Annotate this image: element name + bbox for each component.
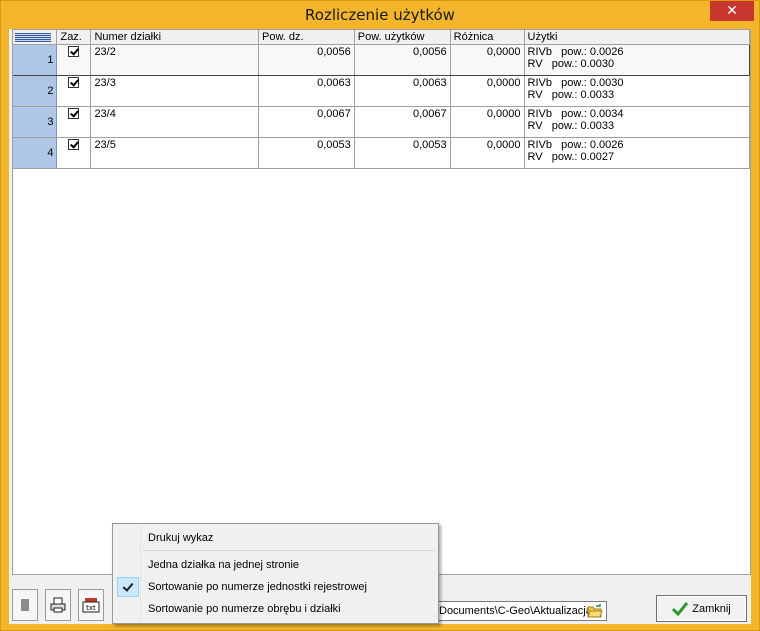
- cell-pow-dz[interactable]: 0,0056: [258, 43, 355, 76]
- data-grid[interactable]: Zaz. Numer działki Pow. dz. Pow. użytków…: [12, 29, 751, 575]
- menu-separator: [143, 550, 435, 551]
- cell-pow-uzytkow[interactable]: 0,0053: [354, 137, 451, 169]
- cell-uzytki[interactable]: RIVb pow.: 0.0030 RV pow.: 0.0033: [524, 75, 750, 107]
- context-menu: Drukuj wykaz Jedna działka na jednej str…: [112, 523, 439, 624]
- menu-item-label: Sortowanie po numerze jednostki rejestro…: [148, 581, 367, 593]
- cell-pow-uzytkow[interactable]: 0,0056: [354, 43, 451, 76]
- select-all-corner[interactable]: [13, 30, 58, 45]
- print-button[interactable]: [45, 589, 71, 621]
- document-list-icon: [21, 599, 29, 611]
- cell-uzytki[interactable]: RIVb pow.: 0.0026 RV pow.: 0.0027: [524, 137, 750, 169]
- column-header-pow-dz[interactable]: Pow. dz.: [258, 30, 355, 45]
- uzytki-line: RV pow.: 0.0033: [527, 119, 615, 132]
- menu-item-sort-by-register-unit[interactable]: Sortowanie po numerze jednostki rejestro…: [115, 576, 436, 598]
- uzytki-line: RV pow.: 0.0033: [527, 88, 615, 101]
- row-number[interactable]: 1: [13, 43, 58, 76]
- cell-numer[interactable]: 23/3: [90, 75, 259, 107]
- title-bar[interactable]: Rozliczenie użytków ✕: [1, 1, 759, 29]
- folder-open-icon[interactable]: [587, 603, 603, 619]
- document-list-button[interactable]: [12, 589, 38, 621]
- table-row[interactable]: 1 23/2 0,0056 0,0056 0,0000 RIVb pow.: 0…: [13, 43, 750, 76]
- menu-item-drukuj-wykaz[interactable]: Drukuj wykaz: [115, 527, 436, 549]
- cell-pow-uzytkow[interactable]: 0,0063: [354, 75, 451, 107]
- row-checkbox[interactable]: [56, 75, 92, 107]
- uzytki-line: RIVb pow.: 0.0034: [527, 107, 624, 120]
- cell-uzytki[interactable]: RIVb pow.: 0.0034 RV pow.: 0.0033: [524, 106, 750, 138]
- cell-pow-dz[interactable]: 0,0067: [258, 106, 355, 138]
- menu-item-label: Drukuj wykaz: [148, 532, 214, 544]
- checkmark-icon: [672, 601, 689, 616]
- uzytki-line: RV pow.: 0.0027: [527, 150, 615, 163]
- cell-roznica[interactable]: 0,0000: [450, 43, 525, 76]
- column-header-pow-uzytkow[interactable]: Pow. użytków: [354, 30, 451, 45]
- printer-icon: [50, 597, 66, 613]
- row-number[interactable]: 2: [13, 75, 58, 107]
- column-header-uzytki[interactable]: Użytki: [524, 30, 750, 45]
- check-icon: [117, 577, 139, 597]
- uzytki-line: RV pow.: 0.0030: [527, 57, 615, 70]
- cell-pow-dz[interactable]: 0,0063: [258, 75, 355, 107]
- window-title: Rozliczenie użytków: [305, 6, 455, 24]
- parcel-table: Zaz. Numer działki Pow. dz. Pow. użytków…: [13, 30, 750, 169]
- row-number[interactable]: 3: [13, 106, 58, 138]
- txt-export-icon: txt: [82, 598, 100, 613]
- cell-numer[interactable]: 23/4: [90, 106, 259, 138]
- menu-item-one-parcel-per-page[interactable]: Jedna działka na jednej stronie: [115, 554, 436, 576]
- table-row[interactable]: 4 23/5 0,0053 0,0053 0,0000 RIVb pow.: 0…: [13, 137, 750, 169]
- cell-numer[interactable]: 23/5: [90, 137, 259, 169]
- menu-item-label: Jedna działka na jednej stronie: [148, 559, 300, 571]
- cell-roznica[interactable]: 0,0000: [450, 75, 525, 107]
- table-row[interactable]: 2 23/3 0,0063 0,0063 0,0000 RIVb pow.: 0…: [13, 75, 750, 107]
- column-header-zaz[interactable]: Zaz.: [56, 30, 92, 45]
- window-close-button[interactable]: ✕: [710, 1, 754, 21]
- close-button-label: Zamknij: [692, 602, 731, 615]
- uzytki-line: RIVb pow.: 0.0030: [527, 76, 624, 89]
- cell-roznica[interactable]: 0,0000: [450, 106, 525, 138]
- uzytki-line: RIVb pow.: 0.0026: [527, 45, 624, 58]
- cell-pow-uzytkow[interactable]: 0,0067: [354, 106, 451, 138]
- cell-roznica[interactable]: 0,0000: [450, 137, 525, 169]
- export-txt-button[interactable]: txt: [78, 589, 104, 621]
- window-frame: Rozliczenie użytków ✕ Zaz. Numer działki…: [0, 0, 760, 631]
- cell-uzytki[interactable]: RIVb pow.: 0.0026 RV pow.: 0.0030: [524, 43, 750, 76]
- row-checkbox[interactable]: [56, 106, 92, 138]
- column-header-numer[interactable]: Numer działki: [90, 30, 259, 45]
- menu-item-sort-by-precinct-parcel[interactable]: Sortowanie po numerze obrębu i działki: [115, 598, 436, 620]
- row-checkbox[interactable]: [56, 137, 92, 169]
- cell-pow-dz[interactable]: 0,0053: [258, 137, 355, 169]
- path-input[interactable]: Documents\C-Geo\Aktualizacja: [437, 601, 607, 621]
- menu-item-label: Sortowanie po numerze obrębu i działki: [148, 603, 341, 615]
- uzytki-line: RIVb pow.: 0.0026: [527, 138, 624, 151]
- close-button[interactable]: Zamknij: [656, 595, 747, 622]
- column-header-roznica[interactable]: Różnica: [450, 30, 525, 45]
- cell-numer[interactable]: 23/2: [90, 43, 259, 76]
- table-row[interactable]: 3 23/4 0,0067 0,0067 0,0000 RIVb pow.: 0…: [13, 106, 750, 138]
- row-number[interactable]: 4: [13, 137, 58, 169]
- row-checkbox[interactable]: [56, 43, 92, 76]
- svg-text:txt: txt: [86, 604, 96, 612]
